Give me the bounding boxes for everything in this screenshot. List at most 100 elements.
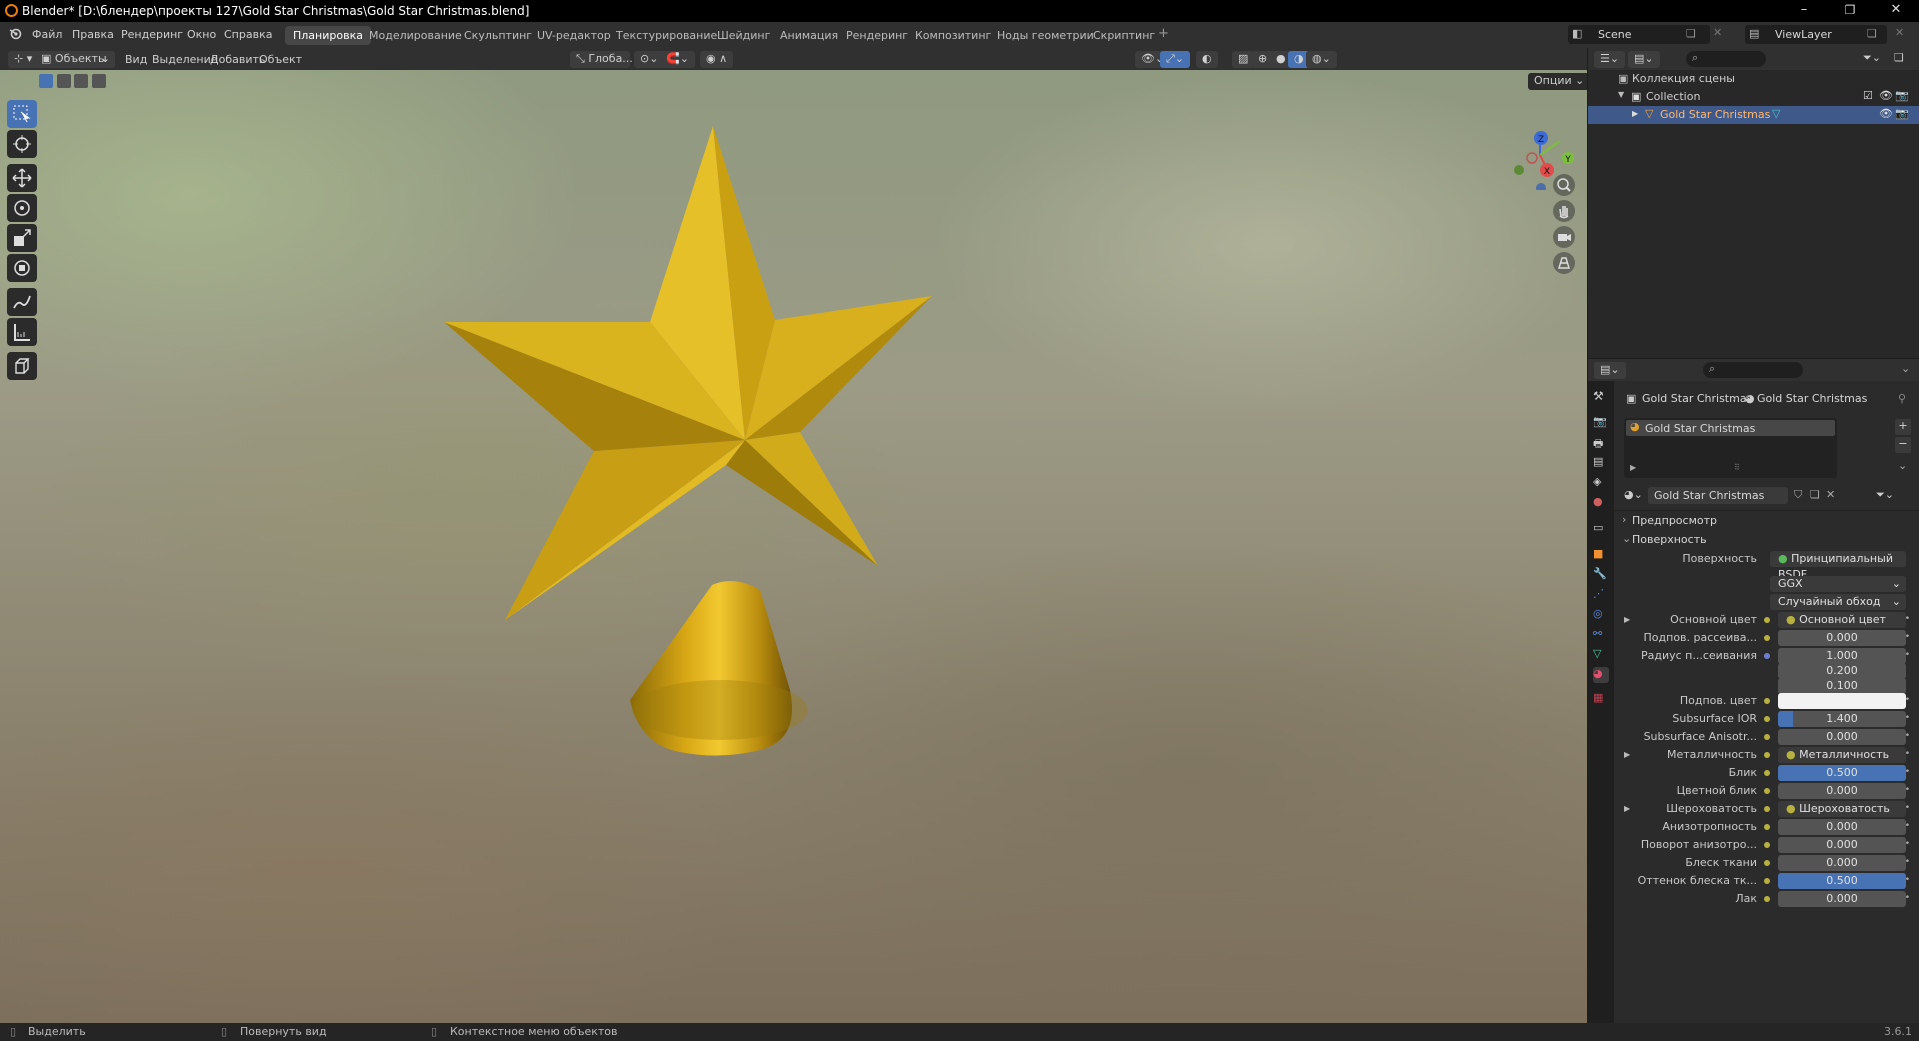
material-name-field[interactable]: Gold Star Christmas <box>1648 487 1788 504</box>
duplicate-material-icon[interactable]: ❏ <box>1810 488 1820 501</box>
scene-remove-icon[interactable]: ✕ <box>1713 26 1722 39</box>
3d-viewport[interactable]: ⊹ ▾ ▣ Объекты ⌄ Вид Выделение Добавить О… <box>0 48 1587 1023</box>
workspace-tab-sculpting[interactable]: Скульптинг <box>456 26 540 45</box>
number-field[interactable]: 0.000 <box>1778 891 1906 907</box>
viewport-menu-add[interactable]: Добавить <box>210 53 265 66</box>
scale-tool[interactable] <box>7 224 37 252</box>
view-layer-tab-icon[interactable]: ▤ <box>1593 455 1609 471</box>
expand-arrow-icon[interactable]: ▼ <box>1618 90 1624 99</box>
workspace-tab-compositing[interactable]: Композитинг <box>907 26 999 45</box>
render-camera-icon[interactable]: 📷 <box>1895 89 1909 102</box>
scene-copy-icon[interactable]: ❏ <box>1686 27 1696 40</box>
modifier-tab-icon[interactable]: 🔧 <box>1593 567 1609 583</box>
keyframe-dot-icon[interactable]: • <box>1905 875 1910 885</box>
viewport-menu-select[interactable]: Выделение <box>152 53 218 66</box>
blender-menu-icon[interactable] <box>9 27 22 43</box>
object-tab-icon[interactable]: ■ <box>1593 547 1609 563</box>
linked-input-field[interactable]: ● Шероховатость <box>1778 801 1906 817</box>
menu-window[interactable]: Окно <box>187 28 216 41</box>
number-field[interactable]: 0.000 <box>1778 630 1906 646</box>
material-slot-item[interactable]: ◕ Gold Star Christmas <box>1626 420 1835 436</box>
workspace-tab-layout[interactable]: Планировка <box>285 26 371 45</box>
add-cube-tool[interactable] <box>7 352 37 380</box>
constraints-tab-icon[interactable]: ⚯ <box>1593 627 1609 643</box>
select-extend-icon[interactable] <box>56 74 71 88</box>
proportional-edit-icon[interactable]: ◉ ∧ <box>700 51 734 68</box>
keyframe-dot-icon[interactable]: • <box>1905 839 1910 849</box>
filter-icon[interactable]: ⏷⌄ <box>1863 51 1881 65</box>
expand-arrow-icon[interactable]: ▶ <box>1624 804 1630 813</box>
socket-icon[interactable] <box>1764 716 1770 722</box>
keyframe-dot-icon[interactable]: • <box>1905 803 1910 813</box>
linked-input-field[interactable]: ● Основной цвет <box>1778 612 1906 628</box>
outliner-row-scene-collection[interactable]: ▣ Коллекция сцены <box>1588 70 1919 88</box>
view-layer-copy-icon[interactable]: ❏ <box>1867 27 1877 40</box>
socket-icon[interactable] <box>1764 770 1770 776</box>
keyframe-dot-icon[interactable]: • <box>1905 695 1910 705</box>
display-mode-icon[interactable]: ▤⌄ <box>1628 51 1660 68</box>
viewport-menu-view[interactable]: Вид <box>125 53 147 66</box>
distribution-dropdown[interactable]: GGX ⌄ <box>1770 576 1906 592</box>
output-tab-icon[interactable]: 🖶 <box>1593 435 1609 451</box>
texture-tab-icon[interactable]: ▦ <box>1593 691 1609 707</box>
gold-star-model[interactable] <box>0 48 1587 1023</box>
number-field[interactable]: 0.500 <box>1778 765 1906 781</box>
workspace-tab-modeling[interactable]: Моделирование <box>361 26 470 45</box>
gizmo-neg-y-icon[interactable] <box>1514 165 1524 175</box>
transform-tool[interactable] <box>7 254 37 282</box>
socket-icon[interactable] <box>1764 860 1770 866</box>
socket-icon[interactable] <box>1764 734 1770 740</box>
physics-tab-icon[interactable]: ◎ <box>1593 607 1609 623</box>
rendered-shading-icon[interactable]: ◍⌄ <box>1306 51 1337 68</box>
close-button[interactable]: ✕ <box>1873 0 1919 22</box>
gizmo-toggle-icon[interactable]: ⤢⌄ <box>1160 51 1191 68</box>
keyframe-dot-icon[interactable]: • <box>1905 857 1910 867</box>
socket-icon[interactable] <box>1764 788 1770 794</box>
snap-toggle-icon[interactable]: 🧲⌄ <box>660 51 695 68</box>
keyframe-dot-icon[interactable]: • <box>1905 614 1910 624</box>
subsurface-method-dropdown[interactable]: Случайный обход ⌄ <box>1770 594 1906 610</box>
keyframe-dot-icon[interactable]: • <box>1905 713 1910 723</box>
number-field[interactable]: 1.400 <box>1778 711 1906 727</box>
select-subtract-icon[interactable] <box>74 74 88 88</box>
chevron-down-icon[interactable]: ⌄ <box>1901 362 1910 375</box>
workspace-tab-scripting[interactable]: Скриптинг <box>1085 26 1163 45</box>
pin-icon[interactable]: ⚲ <box>1898 392 1906 405</box>
resize-handle-icon[interactable]: ⠿ <box>1734 463 1740 472</box>
fake-user-shield-icon[interactable]: ⛉ <box>1794 488 1802 502</box>
preview-panel-header[interactable]: › Предпросмотр <box>1614 510 1919 528</box>
menu-help[interactable]: Справка <box>224 28 272 41</box>
exclude-checkbox-icon[interactable]: ☑ <box>1863 89 1873 102</box>
viewport-menu-object[interactable]: Объект <box>259 53 302 66</box>
keyframe-dot-icon[interactable]: • <box>1905 767 1910 777</box>
workspace-tab-uv[interactable]: UV-редактор <box>529 26 619 45</box>
data-tab-icon[interactable]: ▽ <box>1593 647 1609 663</box>
material-browse-icon[interactable]: ◕⌄ <box>1624 488 1643 501</box>
properties-search-input[interactable]: ⌕ <box>1703 362 1803 378</box>
socket-icon[interactable] <box>1764 824 1770 830</box>
outliner-row-collection[interactable]: ▼ ▣ Collection ☑ 👁 📷 <box>1588 88 1919 106</box>
surface-shader-field[interactable]: ● Принципиальный BSDF <box>1770 551 1906 581</box>
select-new-icon[interactable] <box>39 74 53 88</box>
socket-icon[interactable] <box>1764 878 1770 884</box>
slot-specials-icon[interactable]: ⌄ <box>1898 459 1907 472</box>
surface-panel-header[interactable]: ⌄ Поверхность <box>1614 530 1919 548</box>
menu-render[interactable]: Рендеринг <box>121 28 183 41</box>
workspace-tab-shading[interactable]: Шейдинг <box>709 26 778 45</box>
transform-orientation-selector[interactable]: ⤡ Глоба... <box>570 51 633 68</box>
socket-icon[interactable] <box>1764 653 1770 659</box>
render-camera-icon[interactable]: 📷 <box>1895 107 1909 120</box>
render-tab-icon[interactable]: 📷 <box>1593 415 1609 431</box>
socket-icon[interactable] <box>1764 617 1770 623</box>
camera-view-icon[interactable] <box>1553 226 1575 248</box>
socket-icon[interactable] <box>1764 842 1770 848</box>
pan-view-icon[interactable] <box>1553 200 1575 222</box>
linked-input-field[interactable]: ● Металличность <box>1778 747 1906 763</box>
socket-icon[interactable] <box>1764 752 1770 758</box>
mesh-data-icon[interactable]: ▽ <box>1772 107 1780 120</box>
socket-icon[interactable] <box>1764 698 1770 704</box>
expand-arrow-icon[interactable]: ▶ <box>1630 463 1636 472</box>
menu-file[interactable]: Файл <box>32 28 62 41</box>
keyframe-dot-icon[interactable]: • <box>1905 749 1910 759</box>
move-tool[interactable] <box>7 164 37 192</box>
